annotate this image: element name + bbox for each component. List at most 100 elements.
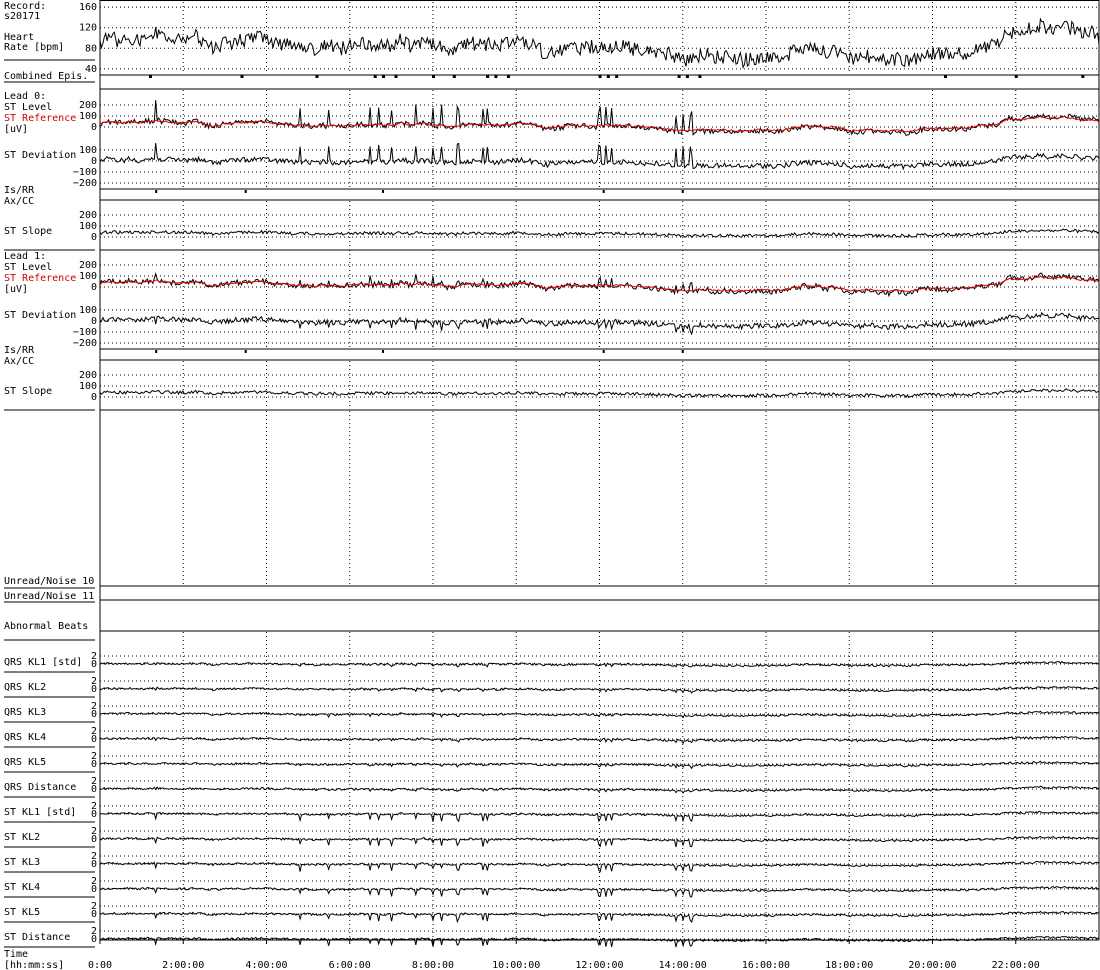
lead0-st-reference-label: ST Reference <box>4 113 76 124</box>
qrs-kl2-tick-0: 0 <box>91 684 97 695</box>
lead1-level-tick-label: 100 <box>79 271 97 282</box>
heart-rate-tick-label: 120 <box>79 23 97 34</box>
episode-mark <box>148 75 152 78</box>
episode-mark <box>615 75 619 78</box>
st-kl3-trace <box>99 860 1100 873</box>
episode-mark <box>315 75 319 78</box>
x-axis-tick-label: 6:00:00 <box>329 960 371 970</box>
x-axis-tick-label: 8:00:00 <box>412 960 454 970</box>
st-kl3-label: ST KL3 <box>4 857 40 868</box>
episode-mark <box>1014 75 1018 78</box>
x-axis-tick-label: 2:00:00 <box>162 960 204 970</box>
lead1-st-deviation-label: ST Deviation <box>4 310 76 321</box>
heart-rate-label-line2: Rate [bpm] <box>4 42 64 53</box>
x-axis-tick-label: 20:00:00 <box>908 960 956 970</box>
episode-mark <box>1081 75 1085 78</box>
st-kl5-tick-0: 0 <box>91 909 97 920</box>
lead1-slope-tick-label: 0 <box>91 392 97 403</box>
qrs-kl4-label: QRS KL4 <box>4 732 46 743</box>
lead0-isrr-mark <box>155 190 158 193</box>
lead0-deviation-tick-label: −100 <box>73 167 97 178</box>
qrs-distance-label: QRS Distance <box>4 782 76 793</box>
lead1-isrr-mark <box>155 350 158 353</box>
lead1-deviation-tick-label: −200 <box>73 338 97 349</box>
st-kl1-std-label: ST KL1 [std] <box>4 807 76 818</box>
lead0-st-slope-trace <box>99 228 1100 238</box>
episode-mark <box>394 75 398 78</box>
qrs-kl3-tick-0: 0 <box>91 709 97 720</box>
lead1-st-slope-label: ST Slope <box>4 386 52 397</box>
unread-noise-10-label: Unread/Noise 10 <box>4 576 94 587</box>
lead1-deviation-tick-label: 0 <box>91 316 97 327</box>
x-axis-tick-label: 4:00:00 <box>245 960 287 970</box>
lead1-isrr-mark <box>602 350 605 353</box>
x-axis-label-line1: Time <box>4 949 28 960</box>
episode-mark <box>598 75 602 78</box>
st-kl3-tick-0: 0 <box>91 859 97 870</box>
qrs-distance-tick-0: 0 <box>91 784 97 795</box>
lead1-isrr-label: Is/RR <box>4 345 35 356</box>
combined-episodes-label: Combined Epis. <box>4 71 88 82</box>
episode-mark <box>382 75 386 78</box>
lead0-isrr-mark <box>602 190 605 193</box>
st-kl2-trace <box>99 835 1100 848</box>
lead0-deviation-tick-label: −200 <box>73 178 97 189</box>
unread-noise-11-label: Unread/Noise 11 <box>4 591 94 602</box>
lead0-level-tick-label: 200 <box>79 100 97 111</box>
x-axis-tick-label: 14:00:00 <box>659 960 707 970</box>
lead1-st-reference-label: ST Reference <box>4 273 76 284</box>
st-kl2-label: ST KL2 <box>4 832 40 843</box>
heart-rate-tick-label: 160 <box>79 2 97 13</box>
x-axis-label-line2: [hh:mm:ss] <box>4 960 64 970</box>
lead1-level-tick-label: 200 <box>79 260 97 271</box>
lead1-isrr-mark <box>681 350 684 353</box>
episode-mark <box>373 75 377 78</box>
lead1-level-tick-label: 0 <box>91 282 97 293</box>
lead0-deviation-tick-label: 0 <box>91 156 97 167</box>
lead1-unit-label: [uV] <box>4 284 28 295</box>
st-kl4-tick-0: 0 <box>91 884 97 895</box>
qrs-kl2-label: QRS KL2 <box>4 682 46 693</box>
episode-mark <box>677 75 681 78</box>
episode-mark <box>506 75 510 78</box>
st-kl1-std-tick-0: 0 <box>91 809 97 820</box>
qrs-kl4-tick-0: 0 <box>91 734 97 745</box>
lead0-isrr-mark <box>382 190 385 193</box>
lead1-title: Lead 1: <box>4 251 46 262</box>
lead0-slope-tick-label: 0 <box>91 232 97 243</box>
lead1-deviation-tick-label: 100 <box>79 305 97 316</box>
qrs-kl5-tick-0: 0 <box>91 759 97 770</box>
qrs-kl1-std-label: QRS KL1 [std] <box>4 657 82 668</box>
episode-mark <box>240 75 244 78</box>
lead0-st-level-label: ST Level <box>4 102 52 113</box>
st-kl5-label: ST KL5 <box>4 907 40 918</box>
lead0-isrr-mark <box>244 190 247 193</box>
record-id: s20171 <box>4 11 40 22</box>
heart-rate-tick-label: 80 <box>85 43 97 54</box>
lead0-st-deviation-label: ST Deviation <box>4 150 76 161</box>
episode-mark <box>494 75 498 78</box>
lead1-slope-tick-label: 200 <box>79 370 97 381</box>
st-distance-label: ST Distance <box>4 932 70 943</box>
st-kl2-tick-0: 0 <box>91 834 97 845</box>
abnormal-beats-label: Abnormal Beats <box>4 621 88 632</box>
episode-mark <box>606 75 610 78</box>
qrs-kl5-label: QRS KL5 <box>4 757 46 768</box>
lead0-slope-tick-label: 100 <box>79 221 97 232</box>
lead0-isrr-label: Is/RR <box>4 185 35 196</box>
lead0-title: Lead 0: <box>4 91 46 102</box>
lead1-axcc-label: Ax/CC <box>4 356 34 367</box>
qrs-kl4-trace <box>99 735 1100 745</box>
lead0-isrr-mark <box>681 190 684 193</box>
episode-mark <box>685 75 689 78</box>
x-axis-tick-label: 18:00:00 <box>825 960 873 970</box>
lead0-unit-label: [uV] <box>4 124 28 135</box>
qrs-distance-trace <box>99 785 1100 794</box>
st-kl4-label: ST KL4 <box>4 882 40 893</box>
x-axis-tick-label: 12:00:00 <box>575 960 623 970</box>
lead0-st-slope-label: ST Slope <box>4 226 52 237</box>
holter-trend-chart: Record:s20171HeartRate [bpm]1601208040Co… <box>4 0 1100 970</box>
lead0-level-tick-label: 0 <box>91 122 97 133</box>
episode-mark <box>943 75 947 78</box>
lead0-axcc-label: Ax/CC <box>4 196 34 207</box>
